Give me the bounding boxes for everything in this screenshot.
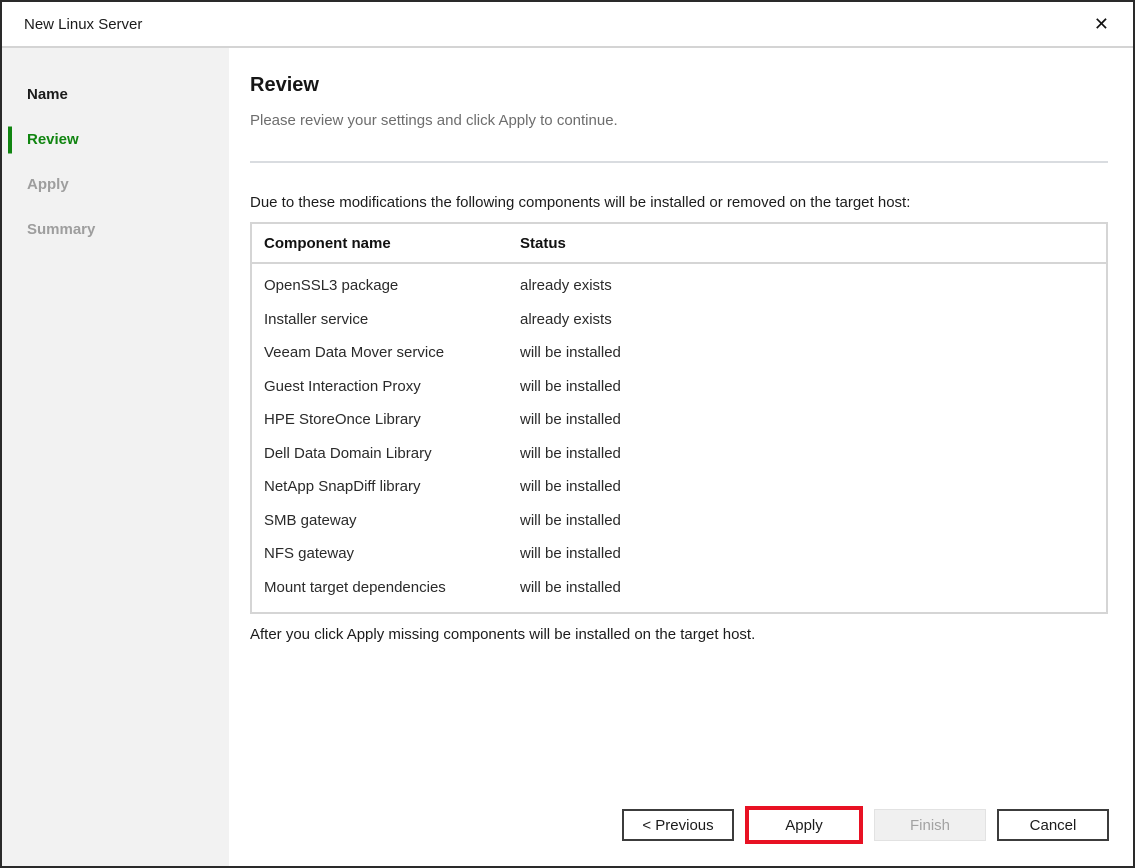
component-name-cell: SMB gateway (252, 512, 520, 529)
component-name-cell: NFS gateway (252, 545, 520, 562)
apply-note-text: After you click Apply missing components… (250, 625, 1108, 645)
status-cell: will be installed (520, 445, 1106, 462)
step-name-label: Name (27, 86, 68, 103)
step-review-label: Review (27, 131, 79, 148)
wizard-steps-sidebar: Name Review Apply Summary (2, 48, 229, 866)
component-name-cell: OpenSSL3 package (252, 277, 520, 294)
page-subtitle: Please review your settings and click Ap… (250, 111, 1108, 131)
new-linux-server-wizard: New Linux Server ✕ Name Review Apply Sum… (0, 0, 1135, 868)
component-name-cell: HPE StoreOnce Library (252, 411, 520, 428)
status-cell: already exists (520, 277, 1106, 294)
active-step-indicator (8, 126, 12, 153)
column-header-component-name: Component name (252, 235, 520, 252)
step-summary-label: Summary (27, 221, 95, 238)
step-review[interactable]: Review (2, 117, 229, 162)
components-table-header: Component name Status (252, 224, 1106, 264)
status-cell: will be installed (520, 512, 1106, 529)
review-page: Review Please review your settings and c… (229, 48, 1133, 866)
divider (250, 161, 1108, 163)
status-cell: will be installed (520, 411, 1106, 428)
components-table: Component name Status OpenSSL3 package a… (250, 222, 1108, 614)
components-intro-text: Due to these modifications the following… (250, 193, 1108, 213)
table-row: OpenSSL3 package already exists (252, 269, 1106, 303)
table-row: HPE StoreOnce Library will be installed (252, 403, 1106, 437)
component-name-cell: Installer service (252, 311, 520, 328)
table-row: Guest Interaction Proxy will be installe… (252, 370, 1106, 404)
apply-button[interactable]: Apply (745, 806, 863, 844)
table-row: Dell Data Domain Library will be install… (252, 437, 1106, 471)
status-cell: will be installed (520, 579, 1106, 596)
step-name[interactable]: Name (2, 72, 229, 117)
window-title: New Linux Server (24, 16, 142, 33)
table-row: Mount target dependencies will be instal… (252, 571, 1106, 605)
table-row: SMB gateway will be installed (252, 504, 1106, 538)
status-cell: will be installed (520, 344, 1106, 361)
wizard-footer: < Previous Apply Finish Cancel (622, 806, 1109, 844)
cancel-button[interactable]: Cancel (997, 809, 1109, 841)
status-cell: will be installed (520, 378, 1106, 395)
table-row: NFS gateway will be installed (252, 537, 1106, 571)
table-row: NetApp SnapDiff library will be installe… (252, 470, 1106, 504)
component-name-cell: Guest Interaction Proxy (252, 378, 520, 395)
component-name-cell: Mount target dependencies (252, 579, 520, 596)
status-cell: will be installed (520, 478, 1106, 495)
components-table-body: OpenSSL3 package already exists Installe… (252, 264, 1106, 612)
finish-button: Finish (874, 809, 986, 841)
status-cell: already exists (520, 311, 1106, 328)
page-title: Review (250, 74, 1108, 97)
status-cell: will be installed (520, 545, 1106, 562)
column-header-status: Status (520, 235, 1106, 252)
titlebar: New Linux Server ✕ (2, 2, 1133, 48)
step-summary[interactable]: Summary (2, 207, 229, 252)
step-apply-label: Apply (27, 176, 69, 193)
table-row: Installer service already exists (252, 303, 1106, 337)
close-icon[interactable]: ✕ (1088, 11, 1115, 37)
component-name-cell: Dell Data Domain Library (252, 445, 520, 462)
component-name-cell: NetApp SnapDiff library (252, 478, 520, 495)
previous-button[interactable]: < Previous (622, 809, 734, 841)
step-apply[interactable]: Apply (2, 162, 229, 207)
component-name-cell: Veeam Data Mover service (252, 344, 520, 361)
table-row: Veeam Data Mover service will be install… (252, 336, 1106, 370)
